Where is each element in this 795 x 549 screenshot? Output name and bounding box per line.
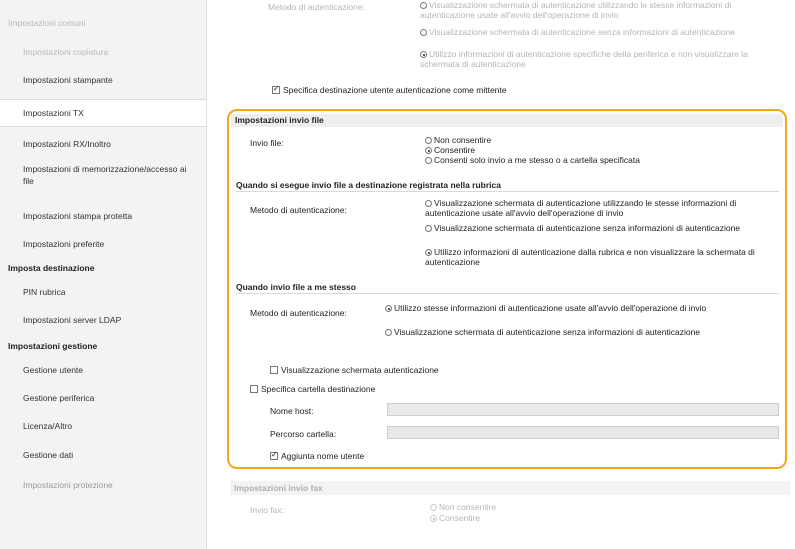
radio-selected-icon[interactable]: [425, 147, 432, 154]
checkbox-checked-icon[interactable]: [270, 450, 278, 460]
add-username-checkbox-row[interactable]: Aggiunta nome utente: [270, 450, 364, 461]
top-auth-method-label: Metodo di autenticazione:: [268, 2, 365, 12]
invio-file-option-non-consentire[interactable]: Non consentire: [425, 135, 491, 145]
top-auth-option-2[interactable]: Visualizzazione schermata di autenticazi…: [420, 27, 760, 37]
checkbox-icon[interactable]: [270, 366, 278, 374]
sidebar-header-imposta-destinazione: Imposta destinazione: [8, 263, 95, 273]
radio-icon[interactable]: [420, 2, 427, 9]
host-name-input[interactable]: [387, 403, 779, 416]
radio-icon[interactable]: [425, 225, 432, 232]
invio-fax-option-consentire[interactable]: Consentire: [430, 513, 480, 523]
sidebar-item-impostazioni-stampante[interactable]: Impostazioni stampante: [23, 73, 206, 87]
sidebar-item-licenza-altro[interactable]: Licenza/Altro: [23, 419, 206, 433]
show-auth-screen-checkbox-row[interactable]: Visualizzazione schermata autenticazione: [270, 365, 439, 375]
specify-auth-sender-checkbox-row[interactable]: Specifica destinazione utente autenticaz…: [272, 84, 507, 95]
radio-icon[interactable]: [425, 137, 432, 144]
rubrica-auth-option-1[interactable]: Visualizzazione schermata di autenticazi…: [425, 198, 770, 218]
sidebar-item-impostazioni-memorizzazione[interactable]: Impostazioni di memorizzazione/accesso a…: [23, 163, 193, 187]
radio-selected-icon[interactable]: [385, 305, 392, 312]
sidebar-item-impostazioni-copiatura[interactable]: Impostazioni copiatura: [23, 45, 206, 59]
top-auth-option-3[interactable]: Utilizzo informazioni di autenticazione …: [420, 49, 760, 69]
checkbox-icon[interactable]: [250, 385, 258, 393]
radio-icon[interactable]: [425, 157, 432, 164]
sidebar-item-impostazioni-preferite[interactable]: Impostazioni preferite: [23, 237, 206, 251]
sidebar-item-impostazioni-rx-inoltro[interactable]: Impostazioni RX/Inoltro: [23, 137, 206, 151]
rubrica-auth-option-2[interactable]: Visualizzazione schermata di autenticazi…: [425, 223, 770, 233]
rubrica-auth-method-label: Metodo di autenticazione:: [250, 205, 347, 215]
radio-icon[interactable]: [430, 504, 437, 511]
invio-file-option-consenti-solo[interactable]: Consenti solo invio a me stesso o a cart…: [425, 155, 640, 165]
subsection-title-rubrica: Quando si esegue invio file a destinazio…: [236, 180, 779, 192]
radio-selected-icon[interactable]: [430, 515, 437, 522]
invio-fax-option-non-consentire[interactable]: Non consentire: [430, 502, 496, 512]
sidebar-item-impostazioni-stampa-protetta[interactable]: Impostazioni stampa protetta: [23, 209, 206, 223]
sidebar: Impostazioni comuni Impostazioni copiatu…: [0, 0, 207, 549]
invio-file-label: Invio file:: [250, 138, 284, 148]
section-title-invio-file: Impostazioni invio file: [231, 114, 783, 127]
radio-selected-icon[interactable]: [420, 51, 427, 58]
me-stesso-auth-method-label: Metodo di autenticazione:: [250, 308, 347, 318]
sidebar-item-gestione-periferica[interactable]: Gestione periferica: [23, 391, 206, 405]
folder-path-label: Percorso cartella:: [270, 429, 337, 439]
radio-icon[interactable]: [385, 329, 392, 336]
sidebar-header-impostazioni-gestione: Impostazioni gestione: [8, 341, 98, 351]
me-stesso-auth-option-1[interactable]: Utilizzo stesse informazioni di autentic…: [385, 303, 775, 313]
host-name-label: Nome host:: [270, 406, 314, 416]
top-auth-option-1[interactable]: Visualizzazione schermata di autenticazi…: [420, 0, 760, 20]
checkbox-checked-icon[interactable]: [272, 84, 280, 94]
radio-icon[interactable]: [425, 200, 432, 207]
radio-icon[interactable]: [420, 29, 427, 36]
rubrica-auth-option-3[interactable]: Utilizzo informazioni di autenticazione …: [425, 247, 770, 267]
folder-path-input[interactable]: [387, 426, 779, 439]
sidebar-item-impostazioni-server-ldap[interactable]: Impostazioni server LDAP: [23, 313, 206, 327]
sidebar-item-impostazioni-comuni[interactable]: Impostazioni comuni: [8, 16, 206, 30]
sidebar-item-pin-rubrica[interactable]: PIN rubrica: [23, 285, 206, 299]
subsection-title-me-stesso: Quando invio file a me stesso: [236, 282, 779, 294]
section-title-invio-fax: Impostazioni invio fax: [230, 481, 790, 495]
sidebar-item-impostazioni-protezione[interactable]: Impostazioni protezione: [23, 478, 206, 492]
specify-folder-checkbox-row[interactable]: Specifica cartella destinazione: [250, 384, 375, 394]
me-stesso-auth-option-2[interactable]: Visualizzazione schermata di autenticazi…: [385, 327, 775, 337]
sidebar-item-impostazioni-tx[interactable]: Impostazioni TX: [0, 99, 206, 127]
sidebar-item-gestione-utente[interactable]: Gestione utente: [23, 363, 206, 377]
sidebar-item-gestione-dati[interactable]: Gestione dati: [23, 448, 206, 462]
invio-fax-label: Invio fax:: [250, 505, 285, 515]
radio-selected-icon[interactable]: [425, 249, 432, 256]
invio-file-option-consentire[interactable]: Consentire: [425, 145, 475, 155]
